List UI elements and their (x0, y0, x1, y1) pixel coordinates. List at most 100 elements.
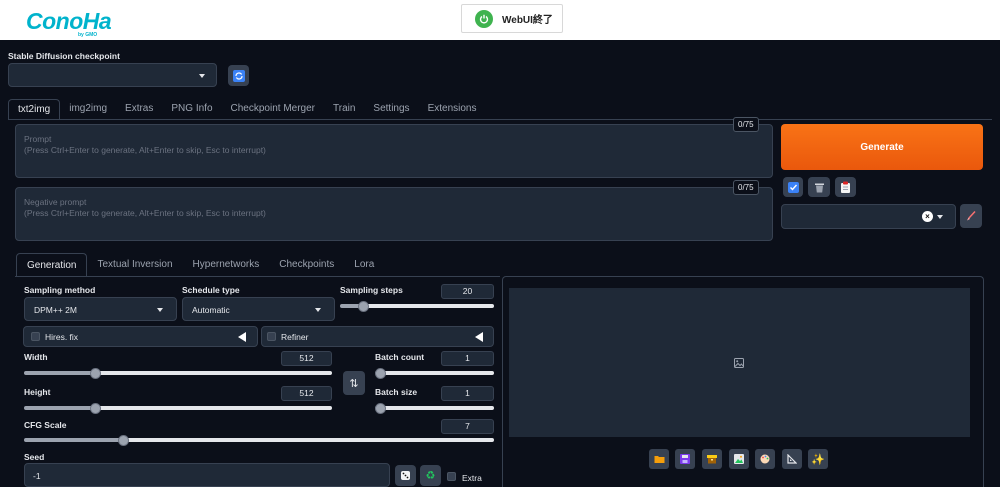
seed-label: Seed (24, 452, 45, 462)
refiner-checkbox[interactable] (267, 332, 276, 341)
subtab-hypernetworks[interactable]: Hypernetworks (183, 253, 270, 277)
batch-size-input[interactable]: 1 (441, 386, 494, 401)
width-slider[interactable] (24, 371, 332, 375)
seed-input[interactable]: -1 (24, 463, 390, 487)
negative-prompt-placeholder-hint: (Press Ctrl+Enter to generate, Alt+Enter… (24, 208, 266, 218)
tab-extras[interactable]: Extras (116, 99, 162, 119)
send-to-inpaint-button[interactable] (755, 449, 775, 469)
negative-prompt-placeholder-title: Negative prompt (24, 197, 87, 207)
tab-checkpoint-merger[interactable]: Checkpoint Merger (222, 99, 324, 119)
generate-button[interactable]: Generate (781, 124, 983, 170)
styles-select[interactable]: × (781, 204, 956, 229)
tab-txt2img[interactable]: txt2img (8, 99, 61, 119)
save-button[interactable] (675, 449, 695, 469)
trash-icon (814, 182, 825, 193)
top-header: ConoHa by GMO WebUI終了 (0, 0, 1000, 40)
sampling-steps-input[interactable]: 20 (441, 284, 494, 299)
schedule-type-select[interactable]: Automatic (182, 297, 335, 321)
power-icon (475, 9, 493, 28)
extra-checkbox[interactable] (447, 472, 456, 481)
tab-extensions[interactable]: Extensions (419, 99, 486, 119)
clear-icon[interactable]: × (922, 211, 933, 222)
dice-icon (400, 470, 411, 481)
edit-styles-button[interactable] (960, 204, 982, 228)
swap-icon: ⇅ (349, 377, 359, 390)
palette-icon (760, 454, 770, 464)
subtab-generation[interactable]: Generation (16, 253, 88, 277)
hires-fix-accordion[interactable]: Hires. fix (23, 326, 258, 347)
random-seed-button[interactable] (395, 465, 416, 486)
checkpoint-select[interactable] (8, 63, 217, 87)
send-to-extras-button[interactable] (782, 449, 802, 469)
schedule-type-value: Automatic (192, 305, 230, 315)
main-tabs: txt2img img2img Extras PNG Info Checkpoi… (8, 99, 485, 119)
clear-prompt-button[interactable] (808, 177, 830, 197)
cfg-scale-label: CFG Scale (24, 420, 67, 430)
height-slider[interactable] (24, 406, 332, 410)
chevron-down-icon (157, 308, 163, 312)
batch-count-input[interactable]: 1 (441, 351, 494, 366)
sampling-steps-thumb[interactable] (358, 301, 369, 312)
height-input[interactable]: 512 (281, 386, 332, 401)
sampling-method-select[interactable]: DPM++ 2M (24, 297, 177, 321)
send-to-img2img-button[interactable] (729, 449, 749, 469)
batch-size-thumb[interactable] (375, 403, 386, 414)
apply-style-button[interactable] (835, 177, 856, 197)
sampling-method-value: DPM++ 2M (34, 305, 77, 315)
webui-stop-button[interactable]: WebUI終了 (461, 4, 563, 33)
batch-size-slider[interactable] (375, 406, 494, 410)
tab-settings[interactable]: Settings (364, 99, 418, 119)
recycle-icon: ♻ (425, 470, 436, 482)
width-thumb[interactable] (90, 368, 101, 379)
picture-icon (734, 454, 744, 464)
checkpoint-label: Stable Diffusion checkpoint (8, 51, 120, 61)
height-label: Height (24, 387, 51, 397)
batch-count-label: Batch count (375, 352, 425, 362)
brush-icon (965, 210, 977, 222)
chevron-down-icon (937, 215, 943, 219)
prompt-token-counter: 0/75 (733, 117, 759, 132)
cfg-scale-input[interactable]: 7 (441, 419, 494, 434)
tab-img2img[interactable]: img2img (60, 99, 116, 119)
tabs-divider (8, 119, 992, 120)
open-folder-button[interactable] (649, 449, 669, 469)
reuse-seed-button[interactable]: ♻ (420, 465, 441, 486)
sparkle-button[interactable]: ✨ (808, 449, 828, 469)
batch-count-slider[interactable] (375, 371, 494, 375)
cfg-scale-slider[interactable] (24, 438, 494, 442)
extra-label: Extra (462, 473, 482, 483)
tab-train[interactable]: Train (324, 99, 364, 119)
refresh-checkpoint-button[interactable] (228, 65, 249, 86)
refiner-label: Refiner (281, 332, 309, 342)
prompt-placeholder-title: Prompt (24, 134, 52, 144)
check-icon (787, 181, 799, 193)
refresh-icon (232, 69, 245, 82)
hires-fix-checkbox[interactable] (31, 332, 40, 341)
zip-button[interactable] (702, 449, 722, 469)
negative-prompt-token-counter: 0/75 (733, 180, 759, 195)
swap-dimensions-button[interactable]: ⇅ (343, 371, 365, 395)
seed-value: -1 (33, 471, 41, 481)
webui-stop-label: WebUI終了 (502, 15, 553, 26)
batch-size-label: Batch size (375, 387, 418, 397)
read-params-button[interactable] (783, 177, 803, 197)
batch-count-thumb[interactable] (375, 368, 386, 379)
sampling-steps-label: Sampling steps (340, 285, 403, 295)
schedule-type-label: Schedule type (182, 285, 240, 295)
prompt-textarea[interactable]: Prompt (Press Ctrl+Enter to generate, Al… (15, 124, 773, 178)
clipboard-icon (840, 181, 851, 193)
subtab-textual-inversion[interactable]: Textual Inversion (87, 253, 182, 277)
hires-fix-label: Hires. fix (45, 332, 79, 342)
cfg-scale-thumb[interactable] (118, 435, 129, 446)
refiner-accordion[interactable]: Refiner (261, 326, 494, 347)
tab-png-info[interactable]: PNG Info (162, 99, 221, 119)
subtab-checkpoints[interactable]: Checkpoints (269, 253, 344, 277)
chevron-down-icon (199, 74, 205, 78)
folder-icon (654, 454, 665, 464)
negative-prompt-textarea[interactable]: Negative prompt (Press Ctrl+Enter to gen… (15, 187, 773, 241)
height-thumb[interactable] (90, 403, 101, 414)
sampling-method-label: Sampling method (24, 285, 96, 295)
width-input[interactable]: 512 (281, 351, 332, 366)
subtab-lora[interactable]: Lora (344, 253, 384, 277)
image-preview (509, 288, 970, 437)
